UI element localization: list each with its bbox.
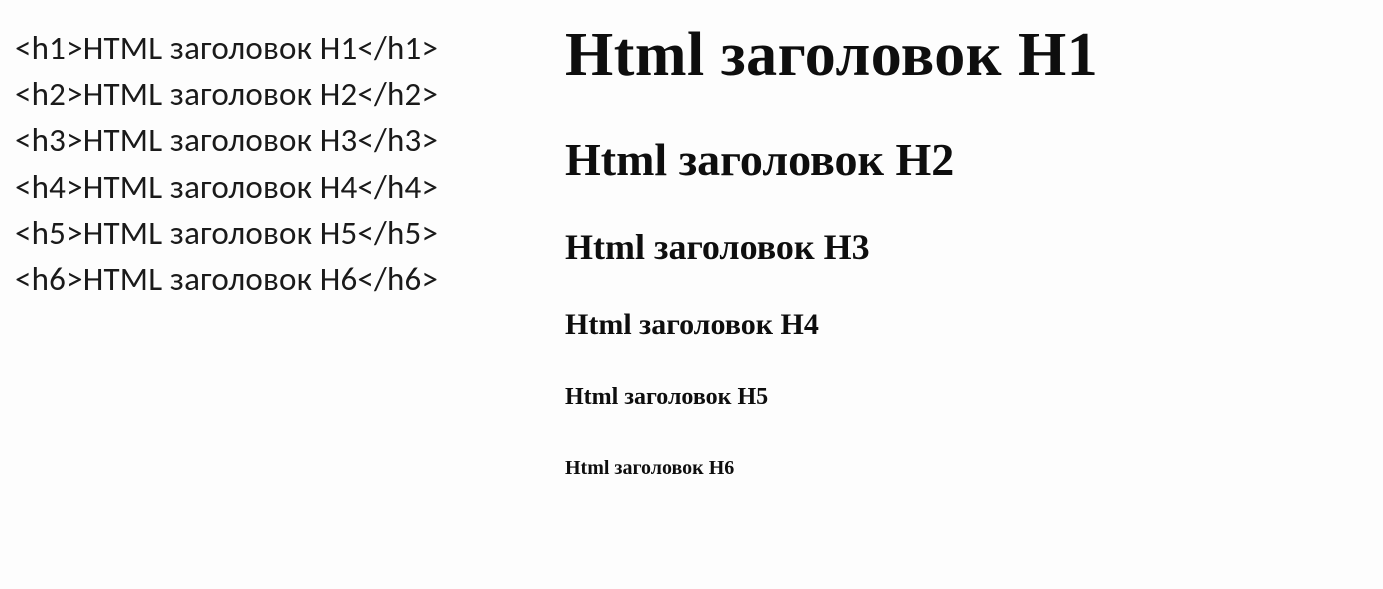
heading-h5: Html заголовок H5 [565, 384, 1368, 411]
code-line-h4: <h4>HTML заголовок H4</h4> [15, 164, 555, 210]
heading-h2: Html заголовок H2 [565, 133, 1368, 186]
code-line-h5: <h5>HTML заголовок H5</h5> [15, 210, 555, 256]
code-line-h3: <h3>HTML заголовок H3</h3> [15, 117, 555, 163]
rendered-column: Html заголовок H1 Html заголовок H2 Html… [555, 20, 1368, 569]
code-line-h1: <h1>HTML заголовок H1</h1> [15, 25, 555, 71]
code-column: <h1>HTML заголовок H1</h1> <h2>HTML заго… [15, 20, 555, 569]
heading-h4: Html заголовок H4 [565, 308, 1368, 342]
heading-h3: Html заголовок H3 [565, 226, 1368, 268]
heading-h1: Html заголовок H1 [565, 20, 1368, 91]
heading-h6: Html заголовок H6 [565, 457, 1368, 480]
code-line-h6: <h6>HTML заголовок H6</h6> [15, 256, 555, 302]
code-line-h2: <h2>HTML заголовок H2</h2> [15, 71, 555, 117]
